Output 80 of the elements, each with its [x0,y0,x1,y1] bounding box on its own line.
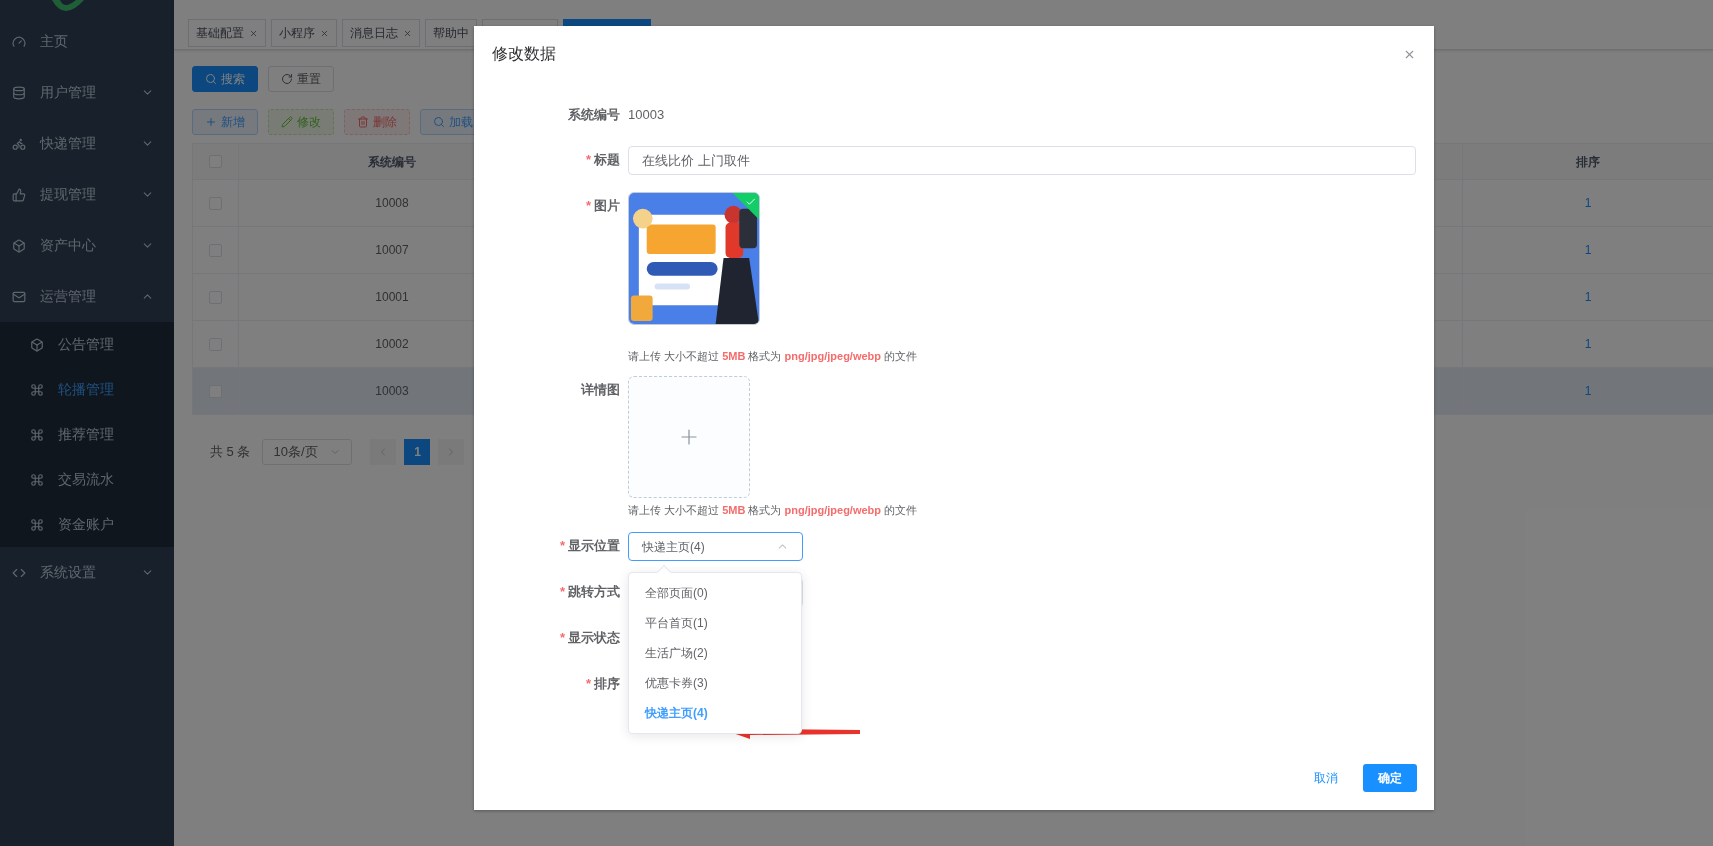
sidebar-item[interactable]: 提现管理 [0,169,174,220]
toolbar-button[interactable]: 新增 [192,109,258,135]
sidebar-item[interactable]: 快递管理 [0,118,174,169]
select-field[interactable]: 快递主页(4) [628,532,803,561]
field-label: 详情图 [581,381,620,399]
required-mark: * [559,537,565,555]
confirm-button[interactable]: 确定 [1363,764,1417,792]
command-icon [30,472,44,487]
command-icon [30,382,44,397]
mail-icon [12,289,26,304]
tab[interactable]: 基础配置 [188,19,266,47]
thumbs-up-icon [12,187,26,202]
table-cell-text: 1 [1584,383,1592,400]
search-icon [433,116,445,128]
table-cell-text: 1 [1584,242,1592,259]
table-cell-text: 10008 [375,195,409,212]
submenu-item[interactable]: 交易流水 [0,457,174,502]
pencil-icon [281,116,293,128]
table-cell-text: 10003 [375,383,409,400]
command-icon [30,517,44,532]
field-label: 标题 [594,151,620,169]
page-size-select[interactable]: 10条/页 [262,439,353,465]
table-cell-text: 10001 [375,289,409,306]
dropdown-option[interactable]: 平台首页(1) [629,608,801,638]
field-label: 图片 [594,197,620,215]
sidebar-item[interactable]: 资产中心 [0,220,174,271]
table-cell-text: 1 [1584,289,1592,306]
field-value: 10003 [628,107,665,122]
upload-hint: 请上传 大小不超过 5MB 格式为 png/jpg/jpeg/webp 的文件 [628,503,919,518]
table-cell-text: 1 [1584,195,1592,212]
search-button[interactable]: 搜索 [192,66,258,92]
field-label: 系统编号 [568,106,620,124]
dropdown-option[interactable]: 快递主页(4) [629,698,801,728]
submenu-item[interactable]: 推荐管理 [0,412,174,457]
field-label: 跳转方式 [568,583,620,601]
title-input[interactable]: 在线比价 上门取件 [628,146,1416,175]
field-label: 显示位置 [568,537,620,555]
required-mark: * [585,151,591,169]
upload-hint: 请上传 大小不超过 5MB 格式为 png/jpg/jpeg/webp 的文件 [628,349,919,364]
trash-icon [357,116,369,128]
bike-icon [12,136,26,151]
database-icon [12,85,26,100]
dropdown-option[interactable]: 优惠卡券(3) [629,668,801,698]
submenu-item[interactable]: 轮播管理 [0,367,174,412]
command-icon [30,427,44,442]
tab[interactable]: 消息日志 [342,19,420,47]
sidebar-item[interactable]: 运营管理 [0,271,174,322]
sidebar-item[interactable]: 系统设置 [0,547,174,598]
field-label: 排序 [594,675,620,693]
column-header: 系统编号 [368,153,416,171]
required-mark: * [559,629,565,647]
cancel-button[interactable]: 取消 [1299,764,1353,792]
dialog-title: 修改数据 [492,44,556,64]
submenu-item[interactable]: 资金账户 [0,502,174,547]
table-cell-text: 10002 [375,336,409,353]
submenu-item[interactable]: 公告管理 [0,322,174,367]
required-mark: * [585,197,591,215]
dropdown-option[interactable]: 生活广场(2) [629,638,801,668]
tab[interactable]: 小程序 [271,19,337,47]
dropdown-option[interactable]: 全部页面(0) [629,578,801,608]
upload-area[interactable] [628,376,750,498]
search-button[interactable]: 重置 [268,66,334,92]
sidebar-item[interactable]: 主页 [0,16,174,67]
gauge-icon [12,34,26,49]
box-icon [12,238,26,253]
tab[interactable]: 帮助中 [425,19,477,47]
field-label: 显示状态 [568,629,620,647]
refresh-icon [281,73,293,85]
required-mark: * [559,583,565,601]
table-cell-text: 10007 [375,242,409,259]
plus-icon [205,116,217,128]
sidebar-item[interactable]: 用户管理 [0,67,174,118]
search-icon [205,73,217,85]
page-button[interactable]: 1 [404,439,431,465]
box-icon [30,337,44,352]
check-icon [744,196,756,208]
total-count: 共 5 条 [210,443,251,462]
required-mark: * [585,675,591,693]
column-header: 排序 [1576,153,1600,171]
table-cell-text: 1 [1584,336,1592,353]
